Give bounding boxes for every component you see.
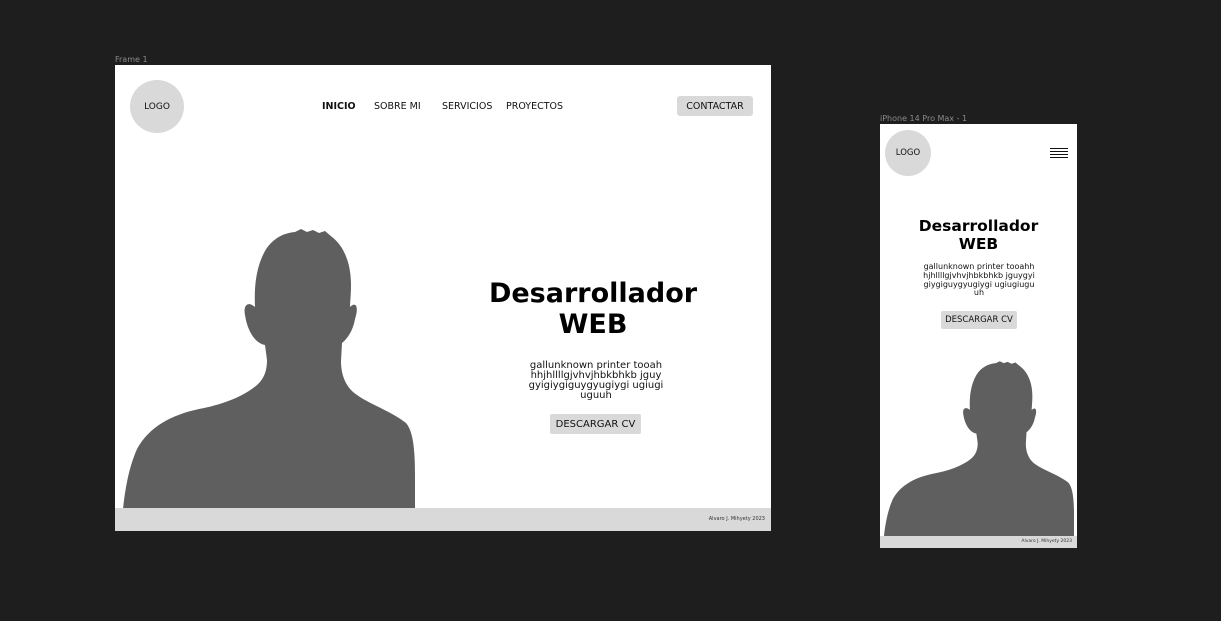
desktop-frame[interactable]: LOGO INICIO SOBRE MI SERVICIOS PROYECTOS… bbox=[115, 65, 771, 531]
download-cv-button[interactable]: DESCARGAR CV bbox=[550, 414, 641, 434]
logo[interactable]: LOGO bbox=[885, 130, 931, 176]
mobile-frame-label[interactable]: iPhone 14 Pro Max - 1 bbox=[880, 114, 967, 123]
hero-description: gallunknown printer tooahhhjhllllgjvhvjh… bbox=[528, 360, 664, 401]
footer: Alvaro J. Mihyety 2023 bbox=[880, 536, 1077, 548]
nav-item-servicios[interactable]: SERVICIOS bbox=[442, 101, 492, 112]
person-silhouette-image bbox=[884, 361, 1074, 536]
hamburger-icon[interactable] bbox=[1050, 148, 1068, 160]
logo[interactable]: LOGO bbox=[130, 80, 184, 133]
hero-title: Desarrollador WEB bbox=[488, 278, 698, 341]
mobile-frame[interactable]: LOGO Desarrollador WEB gallunknown print… bbox=[880, 124, 1077, 548]
nav-item-proyectos[interactable]: PROYECTOS bbox=[506, 101, 563, 112]
design-canvas: Frame 1 LOGO INICIO SOBRE MI SERVICIOS P… bbox=[0, 0, 1221, 621]
nav-item-sobre-mi[interactable]: SOBRE MI bbox=[374, 101, 421, 112]
hero-description: gallunknown printer tooahhhjhllllgjvhvjh… bbox=[923, 262, 1035, 298]
footer: Alvaro J. Mihyety 2023 bbox=[115, 508, 771, 531]
desktop-frame-label[interactable]: Frame 1 bbox=[115, 55, 148, 64]
hero-title: Desarrollador WEB bbox=[918, 217, 1039, 253]
footer-credit: Alvaro J. Mihyety 2023 bbox=[1021, 539, 1072, 544]
contact-button[interactable]: CONTACTAR bbox=[677, 96, 753, 116]
download-cv-button[interactable]: DESCARGAR CV bbox=[941, 311, 1017, 329]
footer-credit: Alvaro J. Mihyety 2023 bbox=[708, 516, 765, 522]
person-silhouette-image bbox=[123, 229, 415, 509]
nav-item-inicio[interactable]: INICIO bbox=[322, 101, 356, 112]
